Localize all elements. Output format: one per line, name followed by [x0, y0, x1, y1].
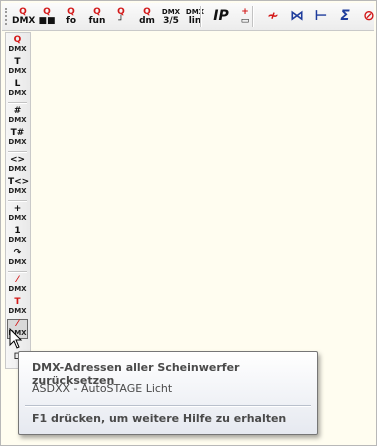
vtool-button-3-2[interactable]: ↷ DMX	[7, 248, 28, 268]
toolbar-button-3[interactable]: Qfo	[59, 5, 83, 27]
toolbar-button-8[interactable]: DMX lin	[183, 5, 207, 27]
toolbar-separator	[200, 6, 202, 27]
vtool-button-0-2[interactable]: L DMX	[7, 79, 28, 99]
tooltip: DMX-Adressen aller Scheinwerfer zurückse…	[18, 351, 318, 435]
mouse-cursor-icon	[9, 328, 23, 349]
vtool-button-1-1[interactable]: T# DMX	[7, 128, 28, 148]
vtool-separator	[8, 102, 27, 104]
vtool-button-4-1[interactable]: T DMX	[7, 297, 28, 317]
vtool-separator	[8, 271, 27, 273]
toolbar-button-15[interactable]: ⊘	[357, 5, 377, 27]
toolbar-button-9[interactable]: IP	[209, 5, 233, 27]
vtool-button-2-1[interactable]: T<> DMX	[7, 177, 29, 197]
vtool-button-3-0[interactable]: + DMX	[7, 204, 28, 224]
tooltip-divider	[25, 405, 311, 407]
tooltip-subtitle: ASDXX - AutoSTAGE Licht	[32, 382, 173, 395]
vtool-button-0-0[interactable]: Q DMX	[7, 35, 28, 55]
toolbar-button-5[interactable]: Q ┘	[109, 5, 133, 27]
vtool-button-4-0[interactable]: ⁄ DMX	[7, 275, 28, 295]
toolbar-button-11[interactable]: ≁	[261, 5, 285, 27]
toolbar-button-7[interactable]: DMX 3/5	[159, 5, 183, 27]
vtool-button-3-1[interactable]: 1 DMX	[7, 226, 28, 246]
toolbar-button-1[interactable]: Q DMX	[11, 5, 35, 27]
main-toolbar: Q DMX Q ■■ Qfo Qfun Q ┘ Qdm DMX 3/5 DMX lin IP + ▭ ≁ ⋈ ⊢ Σ ⊘	[2, 3, 377, 31]
app-window: Q DMX Q ■■ Qfo Qfun Q ┘ Qdm DMX 3/5 DMX lin IP + ▭ ≁ ⋈ ⊢ Σ ⊘…	[0, 0, 377, 446]
vtool-separator	[8, 151, 27, 153]
vtool-button-0-1[interactable]: T DMX	[7, 57, 28, 77]
toolbar-button-6[interactable]: Qdm	[135, 5, 159, 27]
vtool-button-2-0[interactable]: <> DMX	[7, 155, 28, 175]
toolbar-button-12[interactable]: ⋈	[285, 5, 309, 27]
toolbar-button-13[interactable]: ⊢	[309, 5, 333, 27]
vtool-button-1-0[interactable]: # DMX	[7, 106, 28, 126]
vtool-separator	[8, 200, 27, 202]
tooltip-help-text: F1 drücken, um weitere Hilfe zu erhalten	[32, 412, 287, 425]
toolbar-button-4[interactable]: Qfun	[85, 5, 109, 27]
toolbar-separator	[252, 6, 254, 27]
vertical-toolbar: Q DMX T DMX L DMX # DMX T# DMX <> DMX T<> DMX + DMX 1 DMX…	[5, 32, 31, 369]
toolbar-button-14[interactable]: Σ	[333, 5, 357, 27]
toolbar-grip[interactable]	[5, 8, 10, 25]
toolbar-button-2[interactable]: Q ■■	[35, 5, 59, 27]
